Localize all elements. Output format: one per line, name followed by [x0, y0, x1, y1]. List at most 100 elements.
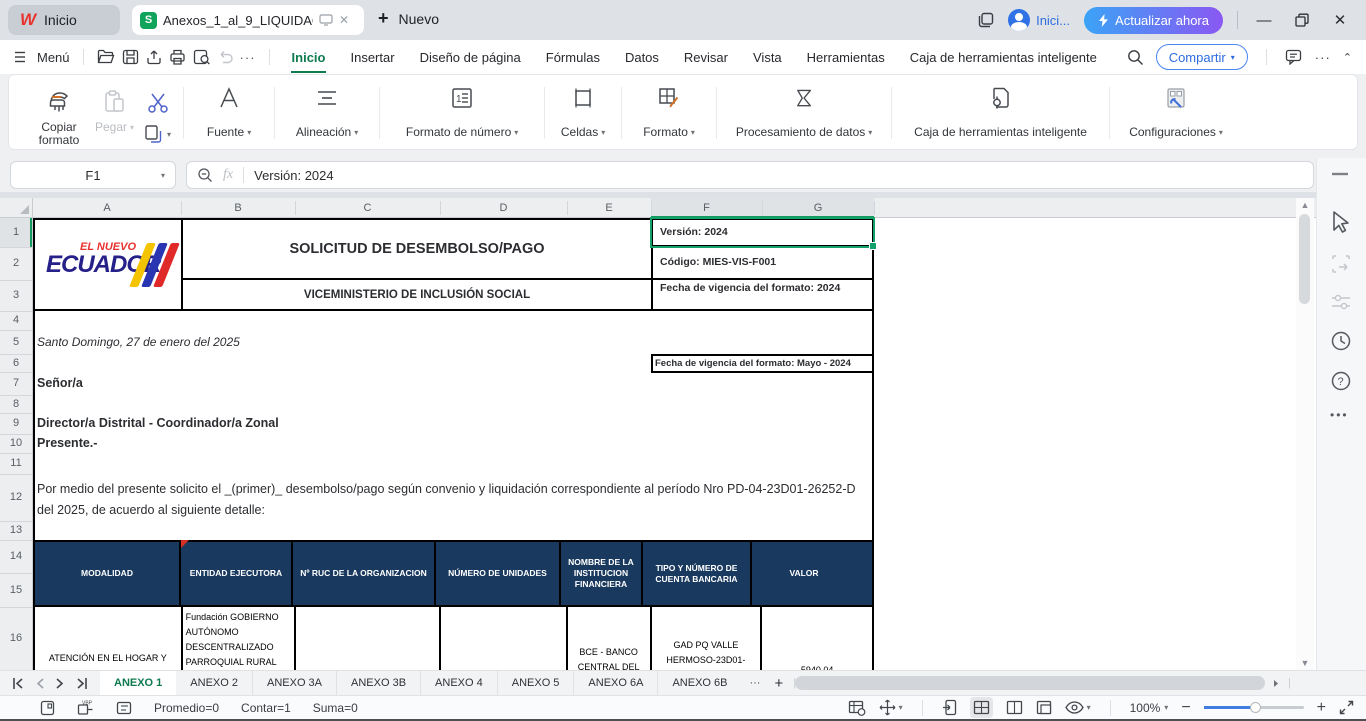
undo-icon[interactable]: [218, 50, 233, 65]
row-header[interactable]: 2: [0, 255, 32, 271]
menu-item-vista[interactable]: Vista: [744, 50, 791, 65]
zoom-in-icon[interactable]: +: [1317, 699, 1326, 717]
cell-body-paragraph[interactable]: Por medio del presente solicito el _(pri…: [37, 479, 870, 521]
cell-cuenta[interactable]: GAD PQ VALLE HERMOSO-23D01-: [652, 607, 763, 670]
row-header[interactable]: 3: [0, 287, 32, 303]
document-tab[interactable]: S Anexos_1_al_9_LIQUIDACIONE ✕: [132, 5, 364, 35]
cell-institucion[interactable]: BCE - BANCO CENTRAL DEL: [568, 607, 652, 670]
column-header-a[interactable]: A: [33, 198, 181, 218]
close-doc-tab-icon[interactable]: ✕: [339, 13, 349, 27]
row-header[interactable]: 13: [0, 522, 32, 538]
table-header-institucion[interactable]: NOMBRE DE LA INSTITUCION FINANCIERA: [561, 542, 643, 605]
restore-button[interactable]: [1290, 13, 1314, 28]
menu-item-diseno[interactable]: Diseño de página: [411, 50, 530, 65]
row-header[interactable]: 9: [0, 415, 32, 431]
share-button[interactable]: Compartir ▾: [1156, 44, 1248, 70]
tab-overview-icon[interactable]: [978, 12, 994, 28]
sliders-icon[interactable]: [1330, 291, 1352, 313]
print-preview-icon[interactable]: [193, 49, 211, 65]
fullscreen-icon[interactable]: [1339, 700, 1354, 715]
column-header-d[interactable]: D: [440, 198, 567, 218]
search-icon[interactable]: [1127, 49, 1144, 66]
cell-present[interactable]: Presente.-: [37, 434, 97, 453]
sheet-tab-anexo4[interactable]: ANEXO 4: [421, 671, 498, 696]
more-options-icon[interactable]: ···: [1315, 50, 1331, 65]
sheet-info-icon[interactable]: [40, 700, 55, 716]
sheet-tab-anexo5[interactable]: ANEXO 5: [498, 671, 575, 696]
collapse-ribbon-icon[interactable]: ⌃: [1343, 51, 1352, 64]
pan-mode-icon[interactable]: [879, 699, 896, 716]
collapse-formula-bar-icon[interactable]: [1330, 170, 1350, 178]
copy-icon[interactable]: [144, 124, 164, 144]
row-header[interactable]: 6: [0, 355, 32, 371]
scroll-up-icon[interactable]: ▲: [1296, 200, 1314, 210]
menu-item-inicio[interactable]: Inicio: [283, 50, 335, 65]
settings-menu[interactable]: Configuraciones▾: [1116, 81, 1236, 145]
update-now-button[interactable]: Actualizar ahora: [1084, 7, 1223, 34]
row-header[interactable]: 5: [0, 334, 32, 350]
row-header[interactable]: 10: [0, 435, 32, 451]
print-icon[interactable]: [169, 49, 186, 65]
open-file-icon[interactable]: [97, 49, 115, 65]
cell-entidad[interactable]: Fundación GOBIERNO AUTÓNOMO DESCENTRALIZ…: [183, 607, 297, 670]
fx-icon[interactable]: fx: [223, 167, 233, 183]
menu-item-datos[interactable]: Datos: [616, 50, 668, 65]
history-icon[interactable]: [1330, 330, 1352, 352]
row-header[interactable]: 1: [0, 224, 32, 240]
data-processing-menu[interactable]: Procesamiento de datos▾: [723, 81, 885, 145]
table-header-row[interactable]: MODALIDAD ENTIDAD EJECUTORA Nº RUC DE LA…: [33, 540, 874, 607]
row-header[interactable]: 14: [0, 548, 32, 564]
sheet-tab-anexo3a[interactable]: ANEXO 3A: [253, 671, 337, 696]
sheet-tab-anexo1[interactable]: ANEXO 1: [100, 671, 176, 696]
table-data-row[interactable]: ATENCIÓN EN EL HOGAR Y Fundación GOBIERN…: [33, 607, 874, 670]
table-header-cuenta[interactable]: TIPO Y NÚMERO DE CUENTA BANCARIA: [643, 542, 752, 605]
first-sheet-icon[interactable]: [12, 678, 24, 689]
cell-ruc[interactable]: [296, 607, 441, 670]
select-all-corner[interactable]: [0, 198, 33, 218]
zoom-out-icon[interactable]: −: [1181, 699, 1190, 717]
zoom-level[interactable]: 100%: [1130, 701, 1161, 715]
last-sheet-icon[interactable]: [76, 678, 88, 689]
doc-subtitle[interactable]: VICEMINISTERIO DE INCLUSIÓN SOCIAL: [183, 280, 651, 309]
macro-icon[interactable]: VBP: [77, 700, 94, 716]
hamburger-icon[interactable]: [14, 50, 30, 64]
menu-label[interactable]: Menú: [37, 50, 70, 65]
more-quick-actions-icon[interactable]: ···: [240, 50, 256, 65]
alignment-menu[interactable]: Alineación▾: [281, 81, 373, 145]
doc-title[interactable]: SOLICITUD DE DESEMBOLSO/PAGO: [183, 220, 651, 278]
sheet-tab-anexo6a[interactable]: ANEXO 6A: [574, 671, 658, 696]
table-header-ruc[interactable]: Nº RUC DE LA ORGANIZACION: [293, 542, 436, 605]
cell-modalidad[interactable]: ATENCIÓN EN EL HOGAR Y: [35, 607, 183, 670]
row-header[interactable]: 8: [0, 396, 32, 412]
column-header-e[interactable]: E: [567, 198, 651, 218]
column-header-g[interactable]: G: [762, 198, 874, 218]
page-break-view-icon[interactable]: [1036, 700, 1052, 715]
column-header-b[interactable]: B: [181, 198, 295, 218]
paste-button[interactable]: Pegar▾: [95, 89, 134, 134]
format-menu[interactable]: Formato▾: [628, 81, 710, 145]
menu-item-insertar[interactable]: Insertar: [341, 50, 403, 65]
comment-icon[interactable]: [1285, 49, 1303, 65]
number-format-menu[interactable]: 1 Formato de número▾: [386, 81, 538, 145]
zoom-caret-icon[interactable]: ▾: [1164, 703, 1168, 712]
vertical-scroll-thumb[interactable]: [1299, 214, 1310, 304]
row-headers[interactable]: 1 2 3 4 5 6 7 8 9 10 11 12 13 14 15 16: [0, 218, 33, 670]
export-icon[interactable]: [146, 49, 162, 65]
vertical-scrollbar[interactable]: ▲ ▼: [1296, 198, 1314, 670]
column-header-c[interactable]: C: [295, 198, 440, 218]
zoom-slider[interactable]: [1204, 706, 1304, 709]
menu-item-caja[interactable]: Caja de herramientas inteligente: [901, 50, 1106, 65]
cells-menu[interactable]: Celdas▾: [551, 81, 615, 145]
row-header[interactable]: 11: [0, 455, 32, 471]
table-header-valor[interactable]: VALOR: [752, 542, 856, 605]
table-header-unidades[interactable]: NÚMERO DE UNIDADES: [436, 542, 561, 605]
cell-salutation[interactable]: Señor/a: [37, 372, 83, 395]
reading-mode-icon[interactable]: [1065, 701, 1084, 714]
formula-input[interactable]: fx Versión: 2024: [186, 161, 1314, 189]
cell-valor[interactable]: 5940.04: [762, 607, 874, 670]
sheet-tab-anexo2[interactable]: ANEXO 2: [176, 671, 253, 696]
name-box-caret-icon[interactable]: ▾: [161, 171, 165, 180]
row-header[interactable]: 16: [0, 630, 32, 646]
help-icon[interactable]: ?: [1330, 370, 1352, 392]
outline-icon[interactable]: [116, 701, 132, 715]
